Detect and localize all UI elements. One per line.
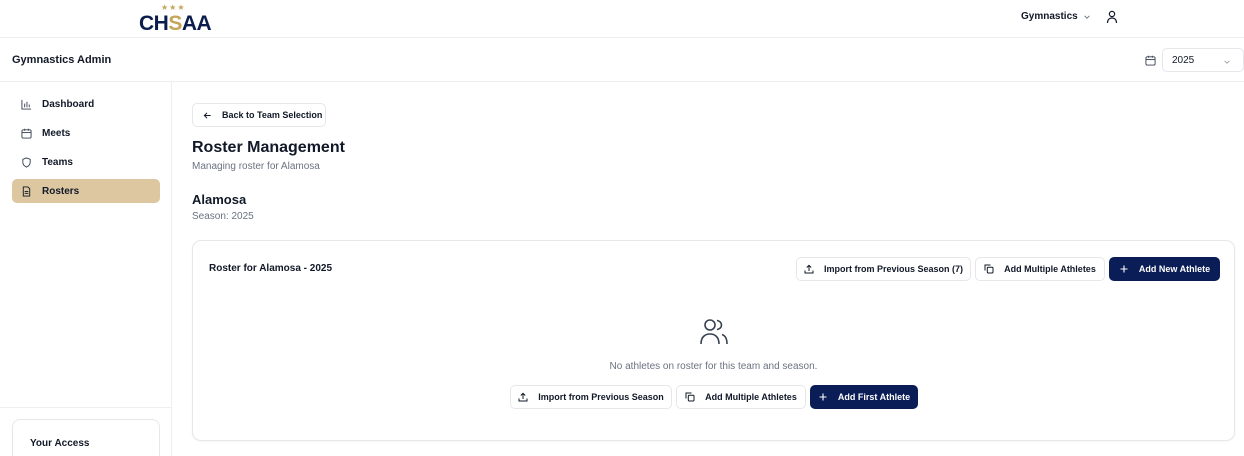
sport-selector[interactable]: Gymnastics: [1021, 11, 1091, 22]
logo-text: CHSAA: [139, 12, 212, 35]
add-multiple-athletes-button[interactable]: Add Multiple Athletes: [975, 257, 1105, 281]
button-label: Add New Athlete: [1138, 264, 1211, 274]
sidebar-divider: [0, 407, 171, 408]
copy-icon: [984, 264, 994, 274]
button-label: Add First Athlete: [837, 392, 911, 402]
sidebar-item-label: Meets: [42, 127, 71, 139]
top-bar: ★★★ CHSAA Gymnastics: [0, 0, 1244, 38]
button-label: Add Multiple Athletes: [705, 392, 797, 402]
sidebar-item-meets[interactable]: Meets: [12, 121, 160, 145]
season-year-select[interactable]: 2025: [1162, 48, 1244, 72]
arrow-left-icon: [203, 111, 211, 119]
back-to-team-selection-button[interactable]: Back to Team Selection: [192, 103, 326, 127]
sidebar-item-dashboard[interactable]: Dashboard: [12, 92, 160, 116]
admin-title: Gymnastics Admin: [12, 54, 112, 66]
file-icon: [22, 185, 31, 197]
plus-icon: [819, 393, 827, 401]
page-title: Roster Management: [192, 139, 345, 156]
add-first-athlete-button[interactable]: Add First Athlete: [810, 385, 918, 409]
sidebar-item-label: Teams: [42, 156, 73, 168]
users-icon: [700, 319, 728, 345]
button-label: Import from Previous Season (7): [823, 264, 964, 274]
team-name: Alamosa: [192, 192, 247, 207]
copy-icon: [685, 392, 695, 402]
sport-selector-label: Gymnastics: [1021, 11, 1078, 22]
access-card: Your Access: [12, 419, 160, 456]
upload-icon: [518, 392, 528, 402]
sidebar: Dashboard Meets Teams Rosters Your Acces…: [0, 82, 172, 456]
upload-icon: [804, 264, 814, 274]
sidebar-item-label: Dashboard: [42, 98, 95, 110]
chevron-down-icon: [1224, 60, 1230, 64]
roster-card: Roster for Alamosa - 2025 Import from Pr…: [192, 240, 1235, 441]
empty-import-previous-season-button[interactable]: Import from Previous Season: [510, 385, 672, 409]
sidebar-item-rosters[interactable]: Rosters: [12, 179, 160, 203]
bar-chart-icon: [21, 99, 32, 110]
import-previous-season-button[interactable]: Import from Previous Season (7): [796, 257, 971, 281]
back-button-label: Back to Team Selection: [222, 110, 323, 120]
season-label: Season: 2025: [192, 211, 254, 222]
sidebar-item-label: Rosters: [42, 185, 80, 197]
empty-roster-message: No athletes on roster for this team and …: [609, 361, 818, 372]
button-label: Add Multiple Athletes: [1004, 264, 1096, 274]
button-label: Import from Previous Season: [538, 392, 664, 402]
season-year-value: 2025: [1172, 55, 1195, 66]
calendar-icon: [1145, 55, 1156, 66]
user-icon[interactable]: [1106, 10, 1118, 24]
shield-icon: [22, 156, 31, 168]
logo-stars: ★★★: [161, 3, 186, 12]
add-new-athlete-button[interactable]: Add New Athlete: [1109, 257, 1220, 281]
admin-subheader: Gymnastics Admin 2025: [0, 38, 1244, 82]
empty-add-multiple-athletes-button[interactable]: Add Multiple Athletes: [676, 385, 806, 409]
chsaa-logo[interactable]: ★★★ CHSAA: [139, 3, 219, 35]
sidebar-item-teams[interactable]: Teams: [12, 150, 160, 174]
access-card-title: Your Access: [30, 438, 90, 449]
chevron-down-icon: [1083, 14, 1090, 19]
plus-icon: [1120, 265, 1128, 273]
page-subtitle: Managing roster for Alamosa: [192, 161, 320, 172]
roster-card-title: Roster for Alamosa - 2025: [209, 263, 333, 274]
calendar-icon: [21, 128, 32, 139]
